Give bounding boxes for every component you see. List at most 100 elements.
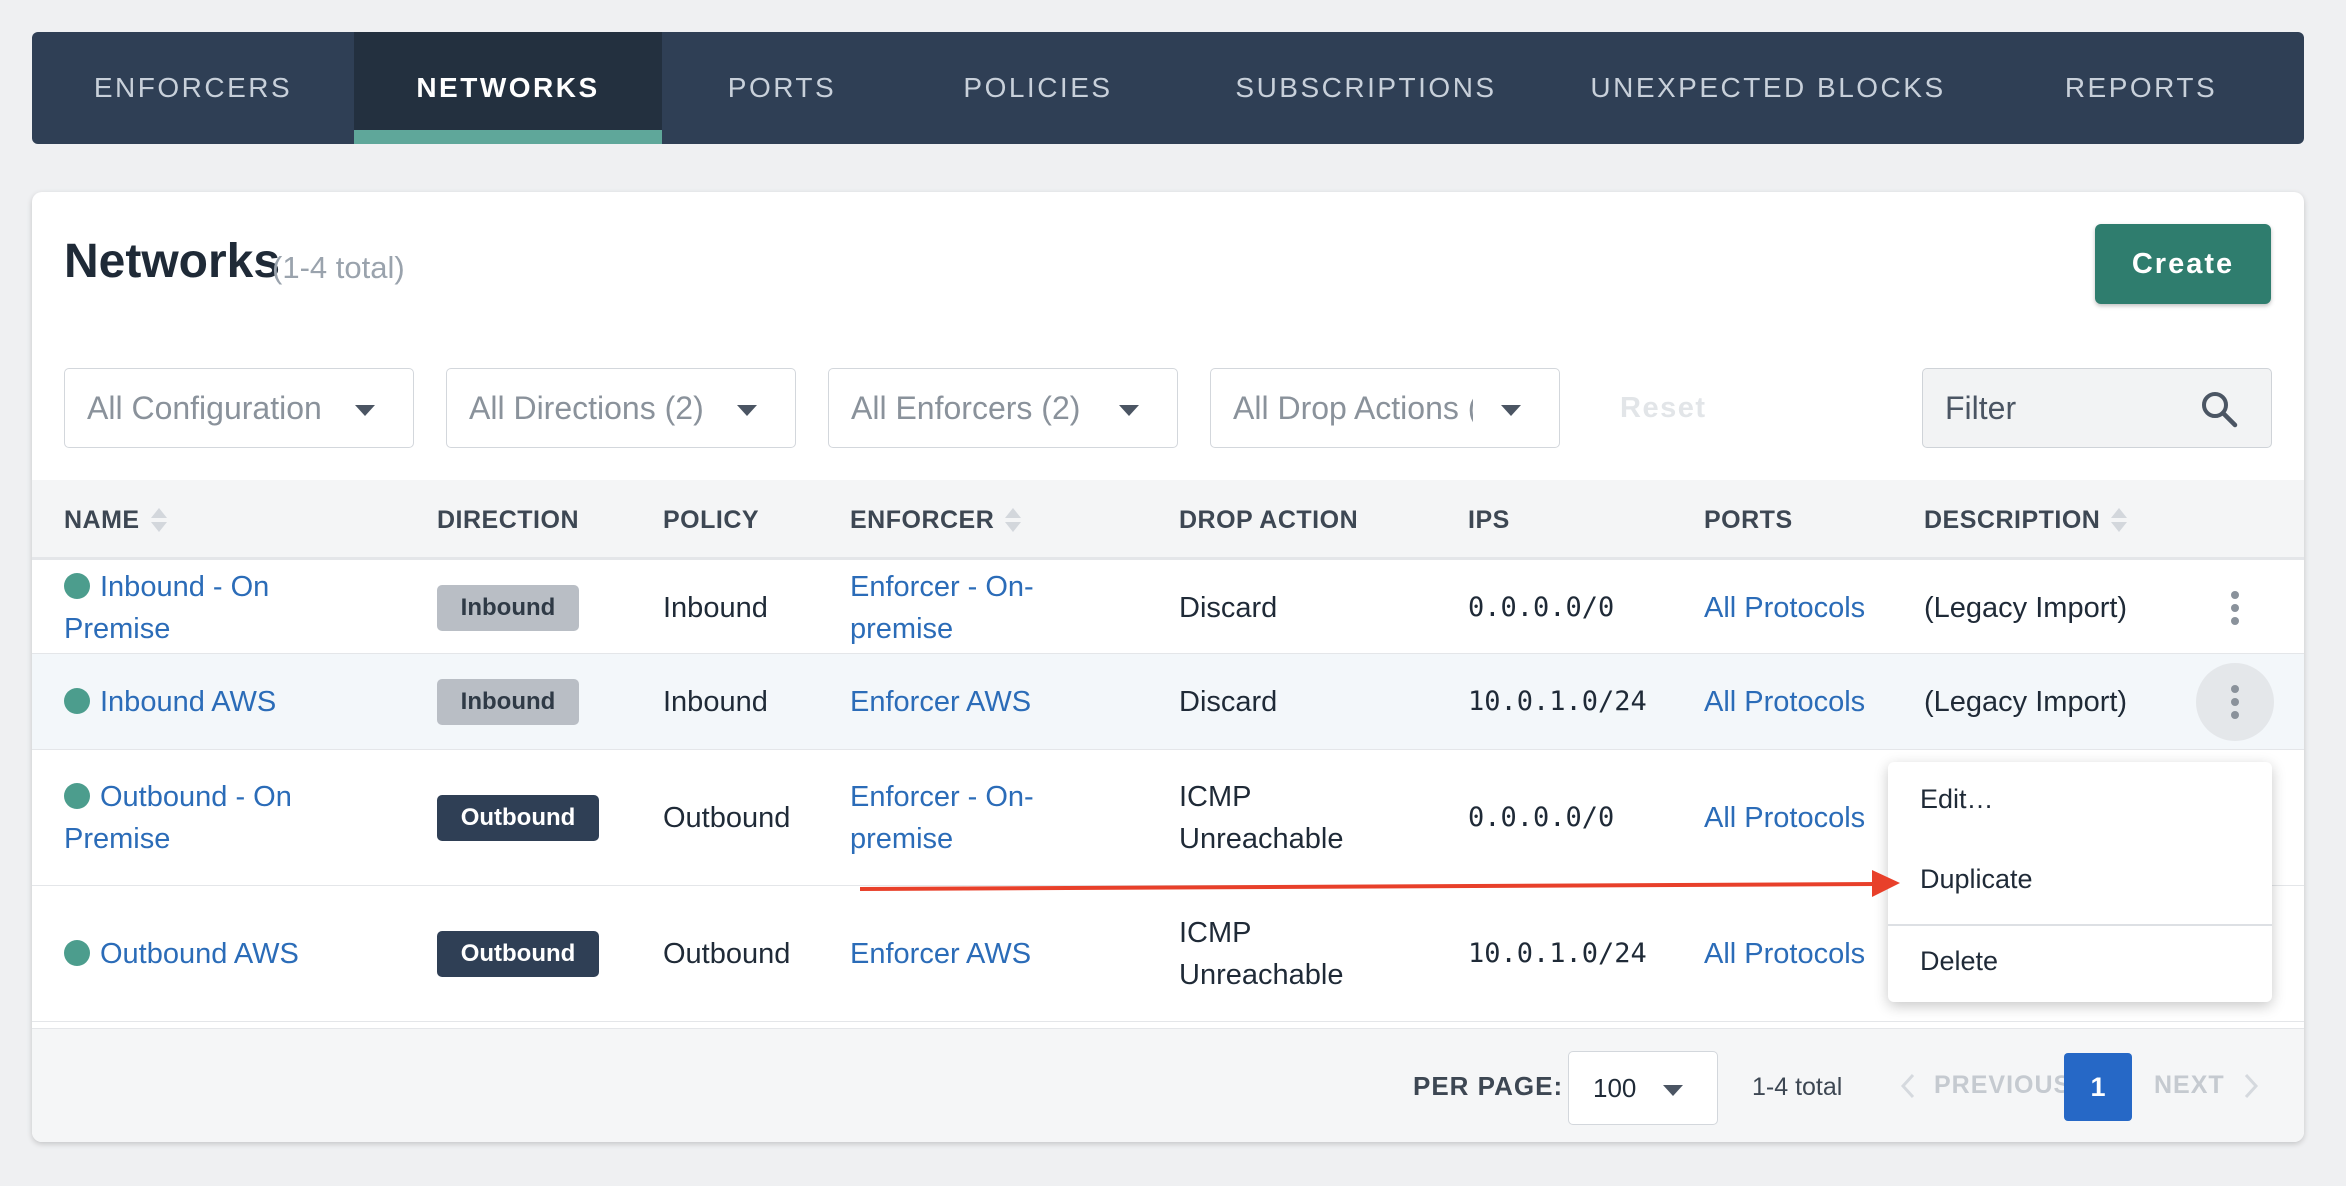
tab-unexpected-blocks[interactable]: UNEXPECTED BLOCKS <box>1558 32 1978 144</box>
row-actions-button[interactable] <box>2196 663 2274 741</box>
table-row[interactable]: Inbound - On Premise Inbound Inbound Enf… <box>32 562 2304 654</box>
network-name-link[interactable]: Inbound - On Premise <box>64 566 364 650</box>
enforcer-link[interactable]: Enforcer AWS <box>850 933 1031 975</box>
tab-reports[interactable]: REPORTS <box>1978 32 2304 144</box>
column-header-description[interactable]: DESCRIPTION <box>1924 480 2128 560</box>
total-count: (1-4 total) <box>272 250 405 285</box>
drop-action-cell: ICMP Unreachable <box>1179 917 1344 991</box>
description-cell: (Legacy Import) <box>1924 592 2128 624</box>
network-name: Inbound AWS <box>100 686 277 718</box>
sort-icon <box>2111 508 2128 532</box>
create-button[interactable]: Create <box>2095 224 2271 304</box>
chevron-down-icon <box>1663 1085 1683 1096</box>
tab-subscriptions[interactable]: SUBSCRIPTIONS <box>1174 32 1558 144</box>
per-page-label: PER PAGE: <box>1413 1071 1564 1101</box>
ips-cell: 0.0.0.0/0 <box>1468 592 1615 623</box>
chevron-right-icon <box>2244 1073 2258 1098</box>
direction-badge: Outbound <box>437 931 599 977</box>
ips-cell: 10.0.1.0/24 <box>1468 686 1647 717</box>
column-header-label: POLICY <box>663 505 760 534</box>
network-name: Outbound AWS <box>100 938 299 970</box>
column-header-label: PORTS <box>1704 505 1793 534</box>
tab-enforcers[interactable]: ENFORCERS <box>32 32 354 144</box>
column-header-drop-action: DROP ACTION <box>1179 480 1358 560</box>
ips-cell: 0.0.0.0/0 <box>1468 802 1615 833</box>
filter-search-input[interactable]: Filter <box>1922 368 2272 448</box>
status-dot-icon <box>64 573 90 599</box>
row-actions-button[interactable] <box>2196 569 2274 647</box>
column-header-enforcer[interactable]: ENFORCER <box>850 480 1022 560</box>
top-nav: ENFORCERS NETWORKS PORTS POLICIES SUBSCR… <box>32 32 2304 144</box>
column-header-label: NAME <box>64 505 140 534</box>
status-dot-icon <box>64 688 90 714</box>
tab-ports[interactable]: PORTS <box>662 32 902 144</box>
search-icon[interactable] <box>2199 389 2239 429</box>
next-label: NEXT <box>2154 1071 2225 1099</box>
menu-item-duplicate[interactable]: Duplicate <box>1920 864 2033 895</box>
policy-cell: Inbound <box>663 592 768 624</box>
sort-icon <box>1005 508 1022 532</box>
chevron-down-icon <box>737 405 757 416</box>
kebab-menu-icon <box>2231 685 2239 719</box>
tab-policies[interactable]: POLICIES <box>902 32 1174 144</box>
chevron-left-icon <box>1900 1073 1915 1098</box>
network-name: Outbound - On Premise <box>64 781 292 855</box>
direction-filter[interactable]: All Directions (2) <box>446 368 796 448</box>
column-header-label: DIRECTION <box>437 505 579 534</box>
menu-item-edit[interactable]: Edit… <box>1920 784 1994 815</box>
ports-link[interactable]: All Protocols <box>1704 681 1865 723</box>
previous-page-button[interactable]: PREVIOUS <box>1900 1071 2071 1100</box>
column-header-direction: DIRECTION <box>437 480 579 560</box>
tab-networks[interactable]: NETWORKS <box>354 32 662 144</box>
ports-link[interactable]: All Protocols <box>1704 797 1865 839</box>
enforcer-filter[interactable]: All Enforcers (2) <box>828 368 1178 448</box>
reset-button[interactable]: Reset <box>1620 392 1707 425</box>
filter-placeholder: Filter <box>1945 389 2017 426</box>
chevron-down-icon <box>1119 405 1139 416</box>
pagination-bar: PER PAGE: 100 1-4 total PREVIOUS 1 NEXT <box>32 1028 2304 1142</box>
drop-action-cell: Discard <box>1179 686 1278 718</box>
direction-badge: Inbound <box>437 679 579 725</box>
drop-action-filter-label: All Drop Actions (2) <box>1233 389 1473 426</box>
kebab-menu-icon <box>2231 591 2239 625</box>
column-header-ports: PORTS <box>1704 480 1793 560</box>
ips-cell: 10.0.1.0/24 <box>1468 938 1647 969</box>
row-context-menu: Edit… Duplicate Delete <box>1888 762 2272 1002</box>
network-name-link[interactable]: Outbound AWS <box>64 933 299 975</box>
description-cell: (Legacy Import) <box>1924 686 2128 718</box>
column-header-ips: IPS <box>1468 480 1510 560</box>
next-page-button[interactable]: NEXT <box>2154 1071 2259 1100</box>
configuration-filter[interactable]: All Configuration <box>64 368 414 448</box>
enforcer-link[interactable]: Enforcer AWS <box>850 681 1031 723</box>
column-header-label: DESCRIPTION <box>1924 505 2101 534</box>
direction-filter-label: All Directions (2) <box>469 389 704 426</box>
enforcer-filter-label: All Enforcers (2) <box>851 389 1081 426</box>
enforcer-link[interactable]: Enforcer - On-premise <box>850 566 1090 650</box>
enforcer-link[interactable]: Enforcer - On-premise <box>850 776 1090 860</box>
status-dot-icon <box>64 783 90 809</box>
direction-badge: Inbound <box>437 585 579 631</box>
pagination-total: 1-4 total <box>1752 1073 1843 1101</box>
configuration-filter-label: All Configuration <box>87 389 322 426</box>
network-name-link[interactable]: Inbound AWS <box>64 681 276 723</box>
page-title: Networks <box>64 235 281 288</box>
page-1-button[interactable]: 1 <box>2064 1053 2132 1121</box>
table-row[interactable]: Inbound AWS Inbound Inbound Enforcer AWS… <box>32 654 2304 750</box>
menu-item-delete[interactable]: Delete <box>1920 946 1998 977</box>
column-header-name[interactable]: NAME <box>64 480 168 560</box>
policy-cell: Inbound <box>663 686 768 718</box>
per-page-select[interactable]: 100 <box>1568 1051 1718 1125</box>
policy-cell: Outbound <box>663 938 791 970</box>
table-header: NAME DIRECTION POLICY ENFORCER DROP ACTI… <box>32 480 2304 560</box>
drop-action-cell: Discard <box>1179 592 1278 624</box>
policy-cell: Outbound <box>663 802 791 834</box>
drop-action-filter[interactable]: All Drop Actions (2) <box>1210 368 1560 448</box>
network-name-link[interactable]: Outbound - On Premise <box>64 776 364 860</box>
ports-link[interactable]: All Protocols <box>1704 933 1865 975</box>
chevron-down-icon <box>1501 405 1521 416</box>
ports-link[interactable]: All Protocols <box>1704 587 1865 629</box>
networks-card: Networks (1-4 total) Create All Configur… <box>32 192 2304 1142</box>
drop-action-cell: ICMP Unreachable <box>1179 781 1344 855</box>
direction-badge: Outbound <box>437 795 599 841</box>
column-header-policy: POLICY <box>663 480 759 560</box>
